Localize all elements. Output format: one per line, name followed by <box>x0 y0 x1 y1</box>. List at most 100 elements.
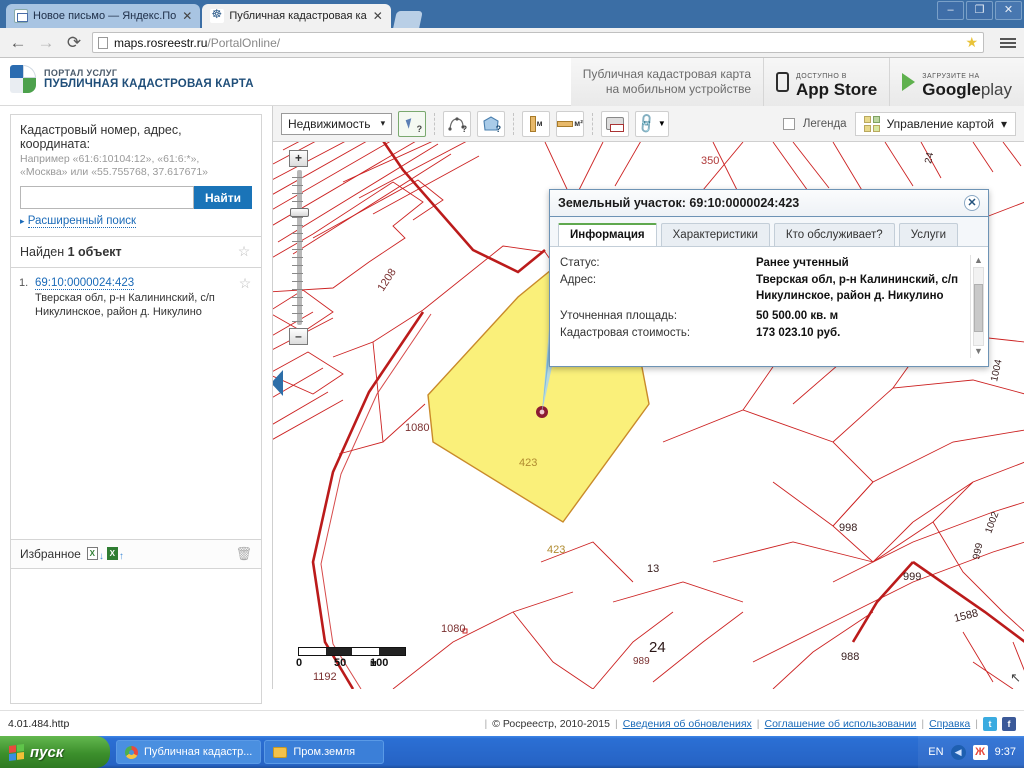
trash-icon[interactable]: 🗑 <box>235 546 252 562</box>
zoom-control[interactable]: + – <box>289 150 309 345</box>
taskbar-item-chrome[interactable]: Публичная кадастр... <box>116 740 261 764</box>
field-status: Статус: Ранее учтенный <box>560 255 970 272</box>
close-icon[interactable]: ✕ <box>373 11 383 21</box>
zoom-slider-track[interactable] <box>297 170 302 325</box>
permalink-tool[interactable]: 🔗 ▼ <box>635 111 669 137</box>
line-info-tool[interactable]: ? <box>443 111 471 137</box>
link-agreement[interactable]: Соглашение об использовании <box>765 718 917 730</box>
zoom-slider-thumb[interactable] <box>290 208 309 217</box>
tray-expand-icon[interactable]: ◀ <box>951 745 966 760</box>
popup-scrollbar[interactable]: ▲ ▼ <box>970 255 986 358</box>
toolbar-separator <box>513 113 514 135</box>
site-header: ПОРТАЛ УСЛУГ ПУБЛИЧНАЯ КАДАСТРОВАЯ КАРТА… <box>0 58 1024 106</box>
ruler-icon <box>530 116 536 132</box>
field-label: Кадастровая стоимость: <box>560 325 756 342</box>
link-icon: 🔗 <box>635 111 659 135</box>
search-hint-2: «Москва» или «55.755768, 37.617671» <box>20 166 252 179</box>
result-cadastral-number[interactable]: 69:10:0000024:423 <box>35 277 134 290</box>
printer-icon <box>606 117 624 130</box>
polygon-info-tool[interactable]: ? <box>477 111 505 137</box>
tab-who-serves[interactable]: Кто обслуживает? <box>774 223 895 246</box>
result-index: 1. <box>19 276 35 319</box>
twitter-icon[interactable]: t <box>983 717 997 731</box>
list-item[interactable]: 1. 69:10:0000024:423 Тверская обл, р-н К… <box>19 276 253 319</box>
new-tab-button[interactable] <box>393 11 423 28</box>
map-control-button[interactable]: Управление картой ▾ <box>855 112 1016 136</box>
close-icon[interactable]: ✕ <box>182 11 192 21</box>
found-count: 1 объект <box>68 245 122 259</box>
search-label: Кадастровый номер, адрес, координата: <box>20 123 252 151</box>
scroll-down-icon[interactable]: ▼ <box>974 346 983 358</box>
taskbar-item-folder[interactable]: Пром.земля <box>264 740 384 764</box>
field-address: Адрес: Тверская обл, р-н Калининский, с/… <box>560 272 970 304</box>
chevron-right-icon: ▸ <box>20 216 25 226</box>
scale-label-max: 100м <box>370 657 377 669</box>
field-label: Адрес: <box>560 272 756 304</box>
map-resize-grip[interactable]: ↖ <box>1010 670 1021 686</box>
measure-area-tool[interactable]: м² <box>556 111 584 137</box>
field-value: Тверская обл, р-н Калининский, с/п Никул… <box>756 272 970 304</box>
start-label: пуск <box>30 744 63 761</box>
zoom-in-button[interactable]: + <box>289 150 308 167</box>
link-help[interactable]: Справка <box>929 718 970 730</box>
scroll-track[interactable] <box>973 267 984 346</box>
google-play-badge[interactable]: ЗАГРУЗИТЕ НА Googleplay <box>889 58 1024 106</box>
antivirus-icon[interactable]: Ж <box>973 745 988 760</box>
link-updates[interactable]: Сведения об обновлениях <box>623 718 752 730</box>
browser-tab-cadastral-map[interactable]: Публичная кадастровая ка ✕ <box>202 4 390 28</box>
promo-text: Публичная кадастровая карта на мобильном… <box>571 67 763 97</box>
scroll-thumb[interactable] <box>974 284 983 332</box>
field-value: Ранее учтенный <box>756 255 970 272</box>
scroll-up-icon[interactable]: ▲ <box>974 255 983 267</box>
browser-menu-icon[interactable] <box>1000 38 1016 48</box>
favorite-star-icon[interactable]: ☆ <box>237 276 253 319</box>
url-bar[interactable]: maps.rosreestr.ru/PortalOnline/ ★ <box>92 32 984 53</box>
close-window-button[interactable]: ✕ <box>995 1 1022 20</box>
zoom-ticks <box>292 170 308 325</box>
language-indicator[interactable]: EN <box>928 746 943 758</box>
search-button[interactable]: Найти <box>194 186 252 209</box>
url-path: /PortalOnline/ <box>207 36 280 50</box>
close-icon[interactable]: ✕ <box>964 195 980 211</box>
taskbar-items: Публичная кадастр... Пром.земля <box>116 740 384 764</box>
start-button[interactable]: пуск <box>0 736 110 768</box>
scale-bar: 0 50 100м <box>298 647 406 671</box>
favorites-title: Избранное <box>20 547 81 561</box>
footer-links: | © Росреестр, 2010-2015 | Сведения об о… <box>484 717 1016 731</box>
forward-icon[interactable]: → <box>36 34 56 52</box>
layer-select[interactable]: Недвижимость ▾ <box>281 113 392 135</box>
windows-taskbar: пуск Публичная кадастр... Пром.земля EN … <box>0 736 1024 768</box>
favorite-all-star-icon[interactable]: ☆ <box>236 244 252 260</box>
sidebar: Кадастровый номер, адрес, координата: На… <box>0 106 272 689</box>
import-xls-icon[interactable]: X ↑ <box>107 547 121 561</box>
zoom-out-button[interactable]: – <box>289 328 308 345</box>
tab-services[interactable]: Услуги <box>899 223 958 246</box>
legend-checkbox[interactable] <box>783 118 795 130</box>
app-store-badge[interactable]: Доступно в App Store <box>763 58 889 106</box>
popup-body: Статус: Ранее учтенный Адрес: Тверская о… <box>550 246 988 366</box>
reload-icon[interactable]: ⟳ <box>64 34 84 52</box>
map-canvas[interactable]: 350 1208 1080 423 423 1080 1192 13 24 98… <box>273 142 1024 689</box>
tab-information[interactable]: Информация <box>558 223 657 246</box>
legend-label: Легенда <box>803 118 847 130</box>
measure-length-tool[interactable]: м <box>522 111 550 137</box>
export-xls-icon[interactable]: X ↓ <box>87 547 101 561</box>
maximize-button[interactable]: ❐ <box>966 1 993 20</box>
select-info-tool[interactable]: ? <box>398 111 426 137</box>
tab-characteristics[interactable]: Характеристики <box>661 223 770 246</box>
print-tool[interactable] <box>601 111 629 137</box>
site-logo[interactable]: ПОРТАЛ УСЛУГ ПУБЛИЧНАЯ КАДАСТРОВАЯ КАРТА <box>10 65 254 93</box>
back-icon[interactable]: ← <box>8 34 28 52</box>
search-input[interactable] <box>20 186 194 209</box>
advanced-search-link[interactable]: ▸ Расширенный поиск <box>20 215 252 227</box>
clock[interactable]: 9:37 <box>995 746 1016 758</box>
popup-tabs: Информация Характеристики Кто обслуживае… <box>550 217 988 246</box>
browser-tab-mail[interactable]: Новое письмо — Яндекс.По ✕ <box>6 4 200 28</box>
cursor-icon <box>406 118 415 129</box>
found-text: Найден 1 объект <box>20 245 122 259</box>
facebook-icon[interactable]: f <box>1002 717 1016 731</box>
toolbar-separator <box>592 113 593 135</box>
scale-label-mid: 50 <box>334 657 346 669</box>
bookmark-star-icon[interactable]: ★ <box>965 34 978 51</box>
minimize-button[interactable]: – <box>937 1 964 20</box>
